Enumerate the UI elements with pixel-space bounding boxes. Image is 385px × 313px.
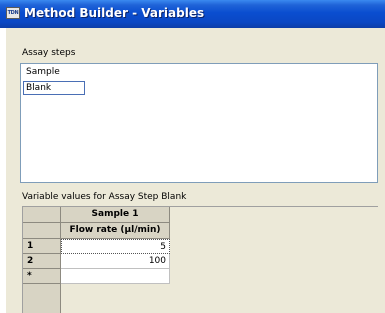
- flow-rate-cell-new-row[interactable]: [61, 269, 170, 284]
- flow-rate-cell-row-2[interactable]: 100: [61, 254, 170, 269]
- variable-values-grid[interactable]: Sample 1 Flow rate (µl/min) 1 5 2 100 *: [22, 206, 378, 313]
- row-header-2[interactable]: 2: [23, 254, 61, 269]
- grid-corner-header: [23, 207, 61, 223]
- assay-steps-label: Assay steps: [22, 48, 76, 58]
- column-group-header: Sample 1: [61, 207, 170, 223]
- row-header-1[interactable]: 1: [23, 239, 61, 254]
- grid-corner-header-2: [23, 223, 61, 239]
- row-header-empty: [23, 284, 61, 313]
- flow-rate-cell-row-1[interactable]: 5: [61, 239, 170, 254]
- assay-step-item-blank[interactable]: Blank: [23, 81, 85, 95]
- method-builder-window: TDN Method Builder - Variables Assay ste…: [0, 0, 385, 313]
- variable-values-label: Variable values for Assay Step Blank: [22, 192, 187, 202]
- new-row-header[interactable]: *: [23, 269, 61, 284]
- title-bar[interactable]: TDN Method Builder - Variables: [0, 0, 385, 28]
- assay-step-item-sample[interactable]: Sample: [23, 66, 60, 80]
- app-icon[interactable]: TDN: [6, 7, 20, 19]
- flow-rate-column-header[interactable]: Flow rate (µl/min): [61, 223, 170, 239]
- assay-steps-list[interactable]: Sample Blank: [20, 63, 378, 183]
- window-title: Method Builder - Variables: [24, 6, 205, 20]
